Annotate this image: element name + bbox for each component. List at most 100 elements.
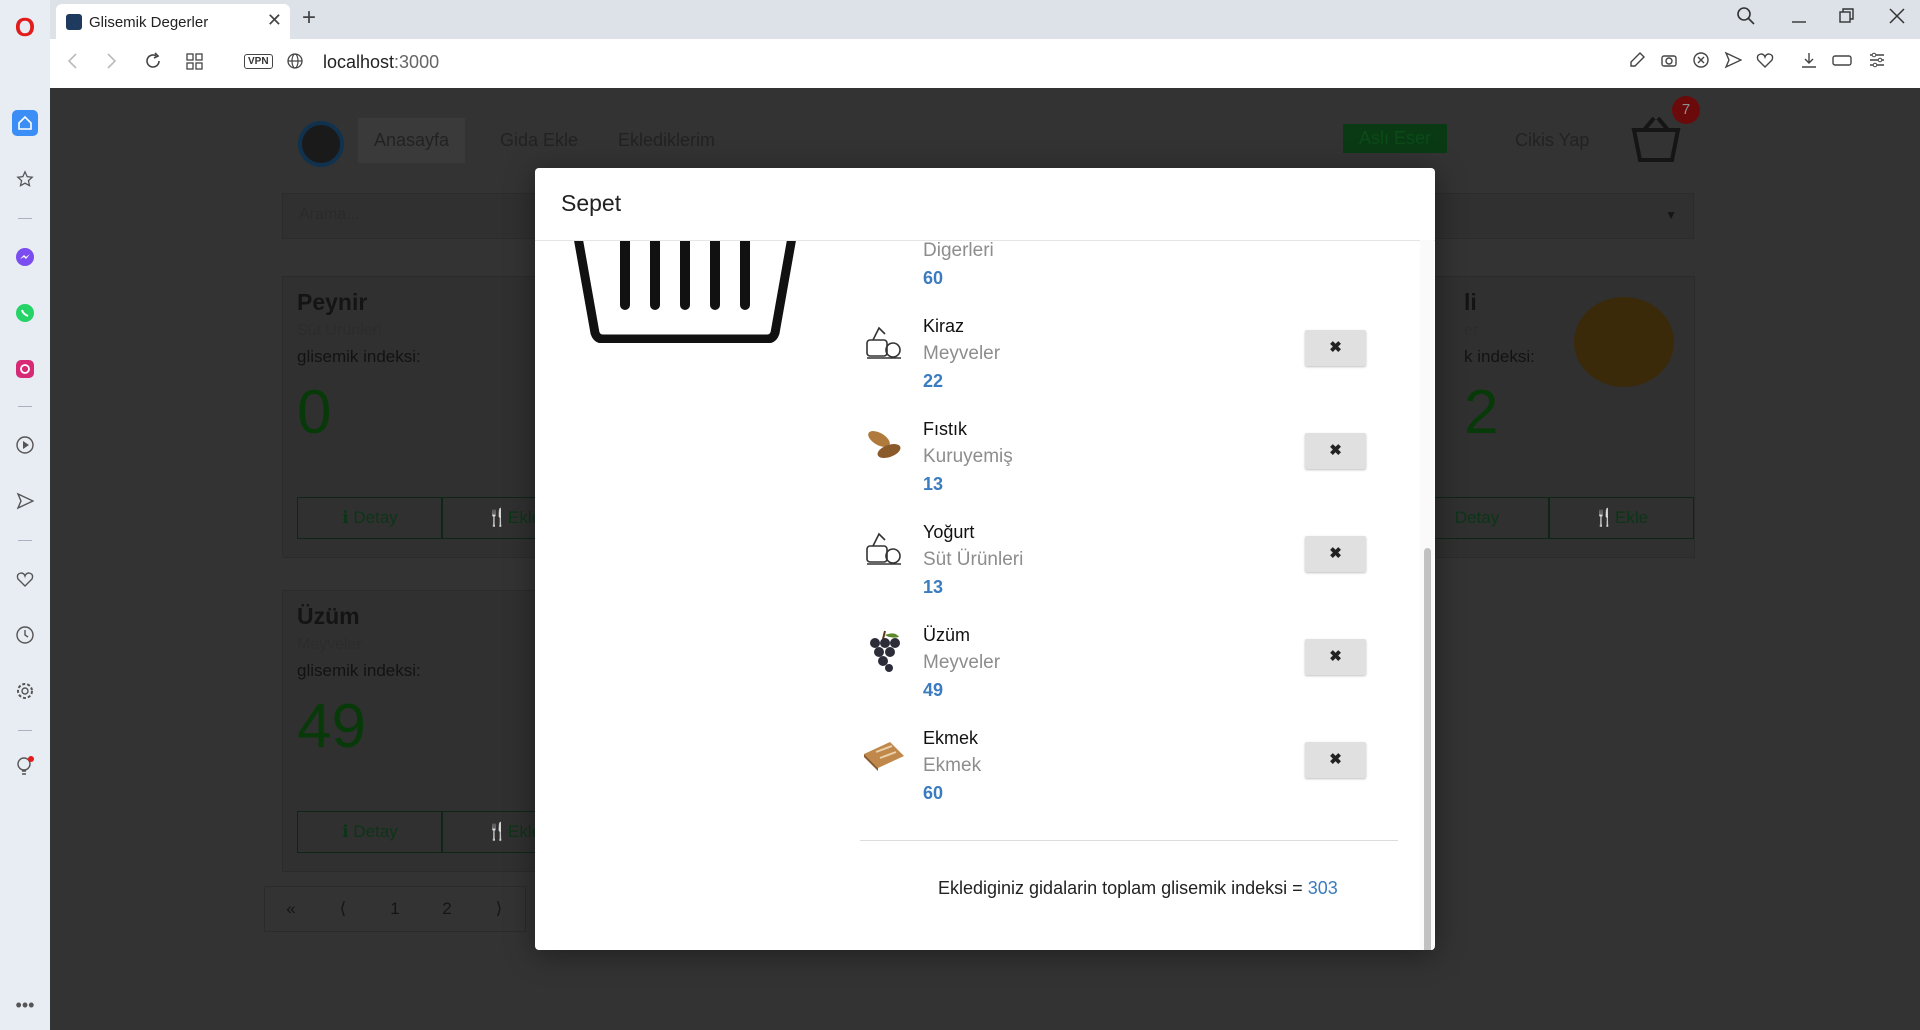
- cart-icon[interactable]: [1630, 116, 1682, 167]
- heart-icon[interactable]: [12, 566, 38, 592]
- back-icon[interactable]: [66, 51, 80, 77]
- gi-label: glisemik indeksi:: [297, 661, 421, 680]
- remove-button[interactable]: ✖: [1305, 330, 1366, 366]
- download-icon[interactable]: [1800, 51, 1818, 74]
- cutlery-icon: 🍴: [486, 822, 509, 841]
- remove-button[interactable]: ✖: [1305, 639, 1366, 675]
- peach-image: [1574, 297, 1674, 387]
- battery-icon[interactable]: [1832, 51, 1854, 74]
- scrollbar-thumb[interactable]: [1424, 548, 1431, 950]
- pagination: « ⟨ 1 2 ⟩: [264, 886, 526, 932]
- total-line: Eklediginiz gidalarin toplam glisemik in…: [938, 878, 1338, 899]
- modal-title: Sepet: [561, 190, 622, 216]
- generic-food-icon: [860, 526, 908, 570]
- item-category: Ekmek: [923, 755, 982, 776]
- site-logo-icon[interactable]: [298, 121, 344, 167]
- nav-home[interactable]: Anasayfa: [358, 118, 466, 163]
- food-title: li: [1464, 289, 1477, 315]
- chevron-down-icon[interactable]: ▼: [1665, 208, 1677, 222]
- item-name: Üzüm: [923, 625, 971, 645]
- cart-modal: Sepet Digerleri 60 ✖: [535, 168, 1435, 950]
- easy-setup-icon[interactable]: [1868, 51, 1886, 74]
- page-prev[interactable]: ⟨: [317, 887, 369, 931]
- camera-icon[interactable]: [1660, 51, 1678, 74]
- item-gi: 60: [923, 268, 944, 288]
- cutlery-icon: 🍴: [1593, 508, 1616, 527]
- page-first[interactable]: «: [265, 887, 317, 931]
- search-input[interactable]: Arama...: [299, 206, 359, 224]
- food-category: Süt Ürünleri: [297, 322, 382, 339]
- opera-logo-icon[interactable]: O: [12, 14, 38, 40]
- url-field[interactable]: localhost:3000: [323, 52, 439, 73]
- detail-button[interactable]: ℹ Detay: [297, 811, 443, 853]
- history-icon[interactable]: [12, 622, 38, 648]
- new-tab-button[interactable]: +: [302, 4, 316, 32]
- item-category: Meyveler: [923, 343, 1001, 364]
- cart-item: Üzüm Meyveler 49 ✖: [860, 619, 1405, 722]
- item-name: Fıstık: [923, 419, 967, 439]
- heart-icon[interactable]: [1756, 51, 1774, 74]
- globe-icon[interactable]: [286, 51, 304, 77]
- item-gi: 49: [923, 680, 944, 700]
- total-divider: [860, 840, 1398, 841]
- remove-button[interactable]: ✖: [1305, 742, 1366, 778]
- instagram-icon[interactable]: [12, 356, 38, 382]
- bread-icon: [860, 732, 908, 776]
- reload-icon[interactable]: [143, 51, 163, 77]
- modal-body: Digerleri 60 ✖ Kiraz Meyveler 22 ✖ Fıstı…: [535, 241, 1435, 950]
- page-2[interactable]: 2: [421, 887, 473, 931]
- star-icon[interactable]: [12, 166, 38, 192]
- page-next[interactable]: ⟩: [473, 887, 525, 931]
- gi-value: 0: [297, 378, 332, 447]
- player-icon[interactable]: [12, 432, 38, 458]
- whatsapp-icon[interactable]: [12, 300, 38, 326]
- item-gi: 13: [923, 474, 944, 494]
- restore-icon[interactable]: [1838, 6, 1856, 32]
- minimize-icon[interactable]: [1790, 6, 1808, 32]
- remove-icon: ✖: [1329, 545, 1342, 562]
- tab-title: Glisemik Degerler: [89, 14, 209, 31]
- send-icon[interactable]: [1724, 51, 1743, 74]
- detail-button[interactable]: ℹ Detay: [297, 497, 443, 539]
- search-tabs-icon[interactable]: [1736, 6, 1756, 32]
- generic-food-icon: [860, 320, 908, 364]
- item-name: Kiraz: [923, 316, 965, 336]
- cart-item: Kiraz Meyveler 22 ✖: [860, 310, 1405, 413]
- home-icon[interactable]: [12, 110, 38, 136]
- user-badge[interactable]: Aslı Eser: [1343, 124, 1448, 153]
- remove-button[interactable]: ✖: [1305, 433, 1366, 469]
- url-host: localhost: [323, 52, 395, 72]
- lightbulb-icon[interactable]: [12, 754, 38, 780]
- browser-tab[interactable]: Glisemik Degerler ✕: [56, 4, 290, 39]
- item-category: Meyveler: [923, 652, 1001, 673]
- nav-added[interactable]: Eklediklerim: [618, 130, 715, 151]
- nav-add-food[interactable]: Gida Ekle: [500, 130, 578, 151]
- vpn-badge[interactable]: VPN: [244, 54, 273, 69]
- peanut-icon: [860, 423, 908, 467]
- close-window-icon[interactable]: [1888, 6, 1906, 32]
- logout-link[interactable]: Cikis Yap: [1515, 130, 1589, 151]
- cart-item: Ekmek Ekmek 60 ✖: [860, 722, 1405, 825]
- info-icon: ℹ: [342, 822, 354, 841]
- forward-icon[interactable]: [104, 51, 118, 77]
- sidebar-divider: [18, 730, 32, 731]
- food-title: Üzüm: [297, 603, 360, 629]
- modal-scrollbar[interactable]: [1420, 240, 1434, 950]
- add-button[interactable]: 🍴Ekle: [1548, 497, 1694, 539]
- send-icon[interactable]: [12, 488, 38, 514]
- page-1[interactable]: 1: [369, 887, 421, 931]
- food-category: er: [1464, 322, 1479, 339]
- tab-close-icon[interactable]: ✕: [267, 10, 282, 31]
- more-icon[interactable]: •••: [12, 992, 38, 1018]
- cutlery-icon: 🍴: [486, 508, 509, 527]
- adblock-icon[interactable]: [1692, 51, 1710, 74]
- cart-count-badge: 7: [1672, 96, 1700, 124]
- remove-button[interactable]: ✖: [1305, 536, 1366, 572]
- remove-icon: ✖: [1329, 442, 1342, 459]
- settings-icon[interactable]: [12, 678, 38, 704]
- add-label: Ekle: [1615, 508, 1649, 527]
- cart-item: Digerleri 60 ✖: [860, 241, 1405, 310]
- speed-dial-icon[interactable]: [186, 51, 204, 77]
- edit-icon[interactable]: [1628, 51, 1646, 74]
- messenger-icon[interactable]: [12, 244, 38, 270]
